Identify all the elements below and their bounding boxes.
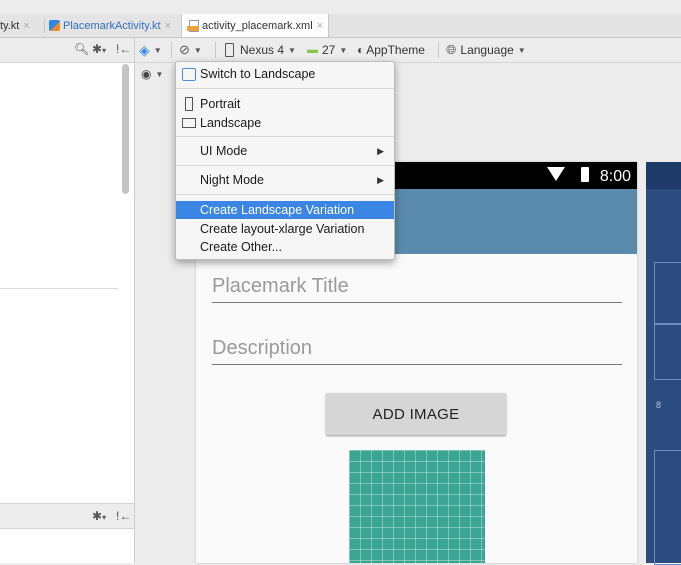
close-icon[interactable]: × <box>165 20 171 32</box>
blueprint-widget-outline[interactable] <box>654 324 681 380</box>
xml-layout-icon <box>187 19 199 32</box>
toolbar-divider <box>215 42 216 58</box>
menu-separator <box>176 88 394 89</box>
menu-item-create-landscape-variation[interactable]: Create Landscape Variation <box>176 201 394 219</box>
menu-item-create-xlarge-variation[interactable]: Create layout-xlarge Variation <box>176 220 394 238</box>
tab-label: PlacemarkActivity.kt <box>63 19 161 32</box>
design-surface-button[interactable]: ◈ ▼ <box>139 41 162 59</box>
tab-activity-placemark-xml[interactable]: activity_placemark.xml × <box>181 14 330 37</box>
vertical-scrollbar[interactable] <box>122 64 129 194</box>
placemark-title-field[interactable]: Placemark Title <box>212 275 622 303</box>
rotate-landscape-icon <box>182 68 196 81</box>
editor-tabs: ty.kt × PlacemarkActivity.kt × activity_… <box>0 14 681 38</box>
orientation-menu: Switch to Landscape Portrait Landscape U… <box>175 61 395 260</box>
hide-panel-icon[interactable]: !← <box>116 42 131 56</box>
globe-icon: 🌐︎ <box>446 42 457 57</box>
menu-separator <box>176 165 394 166</box>
gear-icon[interactable]: ✱▾ <box>92 509 106 523</box>
language-label: Language <box>460 43 514 57</box>
tab-divider <box>44 18 45 33</box>
search-icon[interactable]: 🔍︎ <box>74 42 89 56</box>
blueprint-widget-outline[interactable] <box>654 450 681 565</box>
portrait-icon <box>185 97 193 111</box>
blueprint-status-bar <box>646 162 681 189</box>
submenu-arrow-icon: ▶ <box>377 174 384 185</box>
chevron-down-icon: ▼ <box>153 45 162 55</box>
menu-item-landscape[interactable]: Landscape <box>176 114 394 132</box>
battery-icon <box>581 167 589 182</box>
menu-item-label: Create Landscape Variation <box>200 203 355 217</box>
theme-icon: ◐ <box>357 43 365 57</box>
submenu-arrow-icon: ▶ <box>377 145 384 156</box>
window-title-strip <box>0 0 681 14</box>
landscape-icon <box>182 118 196 128</box>
menu-item-label: Night Mode <box>200 173 264 187</box>
layers-icon: ◈ <box>139 41 150 58</box>
orientation-button[interactable]: ⊘ ▼ <box>179 41 202 59</box>
image-placeholder[interactable] <box>349 450 485 563</box>
toolbar-divider <box>171 42 172 58</box>
close-icon[interactable]: × <box>23 20 29 32</box>
orientation-icon: ⊘ <box>179 42 190 57</box>
view-options-button[interactable]: ◉ ▼ <box>141 65 163 83</box>
margin-label: 8 <box>656 400 662 410</box>
theme-selector[interactable]: ◐ AppTheme <box>357 41 425 59</box>
add-image-button[interactable]: ADD IMAGE <box>326 393 506 435</box>
layout-editor-toolbar: ◈ ▼ ⊘ ▼ Nexus 4 ▼ ▬ 27 ▼ ◐ AppTheme 🌐︎ Langu… <box>135 38 681 63</box>
status-time: 8:00 <box>599 168 631 185</box>
toolbar-divider <box>438 42 439 58</box>
menu-separator <box>176 194 394 195</box>
api-label: 27 <box>322 43 336 57</box>
component-tree-toolbar: ✱▾ !← <box>0 503 134 529</box>
tab-activity-kt[interactable]: ty.kt × <box>0 14 30 37</box>
menu-item-label: Landscape <box>200 116 262 130</box>
android-icon: ▬ <box>307 44 318 56</box>
gear-icon[interactable]: ✱▾ <box>92 42 106 56</box>
palette-panel: 🔍︎ ✱▾ !← ✱▾ !← <box>0 38 135 563</box>
chevron-down-icon: ▼ <box>193 45 202 55</box>
language-selector[interactable]: 🌐︎ Language ▼ <box>446 41 526 59</box>
menu-item-label: UI Mode <box>200 144 248 158</box>
panel-divider <box>0 288 118 289</box>
tab-label: activity_placemark.xml <box>202 19 313 32</box>
chevron-down-icon: ▼ <box>517 45 526 55</box>
menu-item-switch-to-landscape[interactable]: Switch to Landscape <box>176 65 394 83</box>
tab-label: ty.kt <box>0 19 20 32</box>
hide-panel-icon[interactable]: !← <box>116 509 131 523</box>
menu-item-create-other[interactable]: Create Other... <box>176 238 394 256</box>
api-level-selector[interactable]: ▬ 27 ▼ <box>307 41 347 59</box>
device-label: Nexus 4 <box>240 43 285 57</box>
menu-item-label: Create Other... <box>200 240 282 254</box>
phone-icon <box>225 43 234 57</box>
description-field[interactable]: Description <box>212 337 622 365</box>
theme-label: AppTheme <box>366 43 425 57</box>
menu-item-ui-mode[interactable]: UI Mode ▶ <box>176 142 394 160</box>
chevron-down-icon: ▼ <box>339 45 348 55</box>
menu-item-portrait[interactable]: Portrait <box>176 95 394 113</box>
menu-item-night-mode[interactable]: Night Mode ▶ <box>176 171 394 189</box>
menu-item-label: Create layout-xlarge Variation <box>200 222 365 236</box>
kotlin-file-icon <box>49 20 60 31</box>
menu-item-label: Portrait <box>200 97 241 111</box>
wifi-icon <box>547 167 565 181</box>
menu-item-label: Switch to Landscape <box>200 67 316 81</box>
device-selector[interactable]: Nexus 4 ▼ <box>225 41 296 59</box>
chevron-down-icon: ▼ <box>155 69 164 79</box>
chevron-down-icon: ▼ <box>288 45 296 55</box>
eye-icon: ◉ <box>141 67 152 81</box>
left-panel-toolbar: 🔍︎ ✱▾ !← <box>0 38 134 63</box>
tab-placemark-activity[interactable]: PlacemarkActivity.kt × <box>49 14 171 37</box>
blueprint-preview: 8 <box>646 162 681 565</box>
close-icon[interactable]: × <box>317 20 323 32</box>
blueprint-widget-outline[interactable] <box>654 262 681 324</box>
menu-separator <box>176 136 394 137</box>
